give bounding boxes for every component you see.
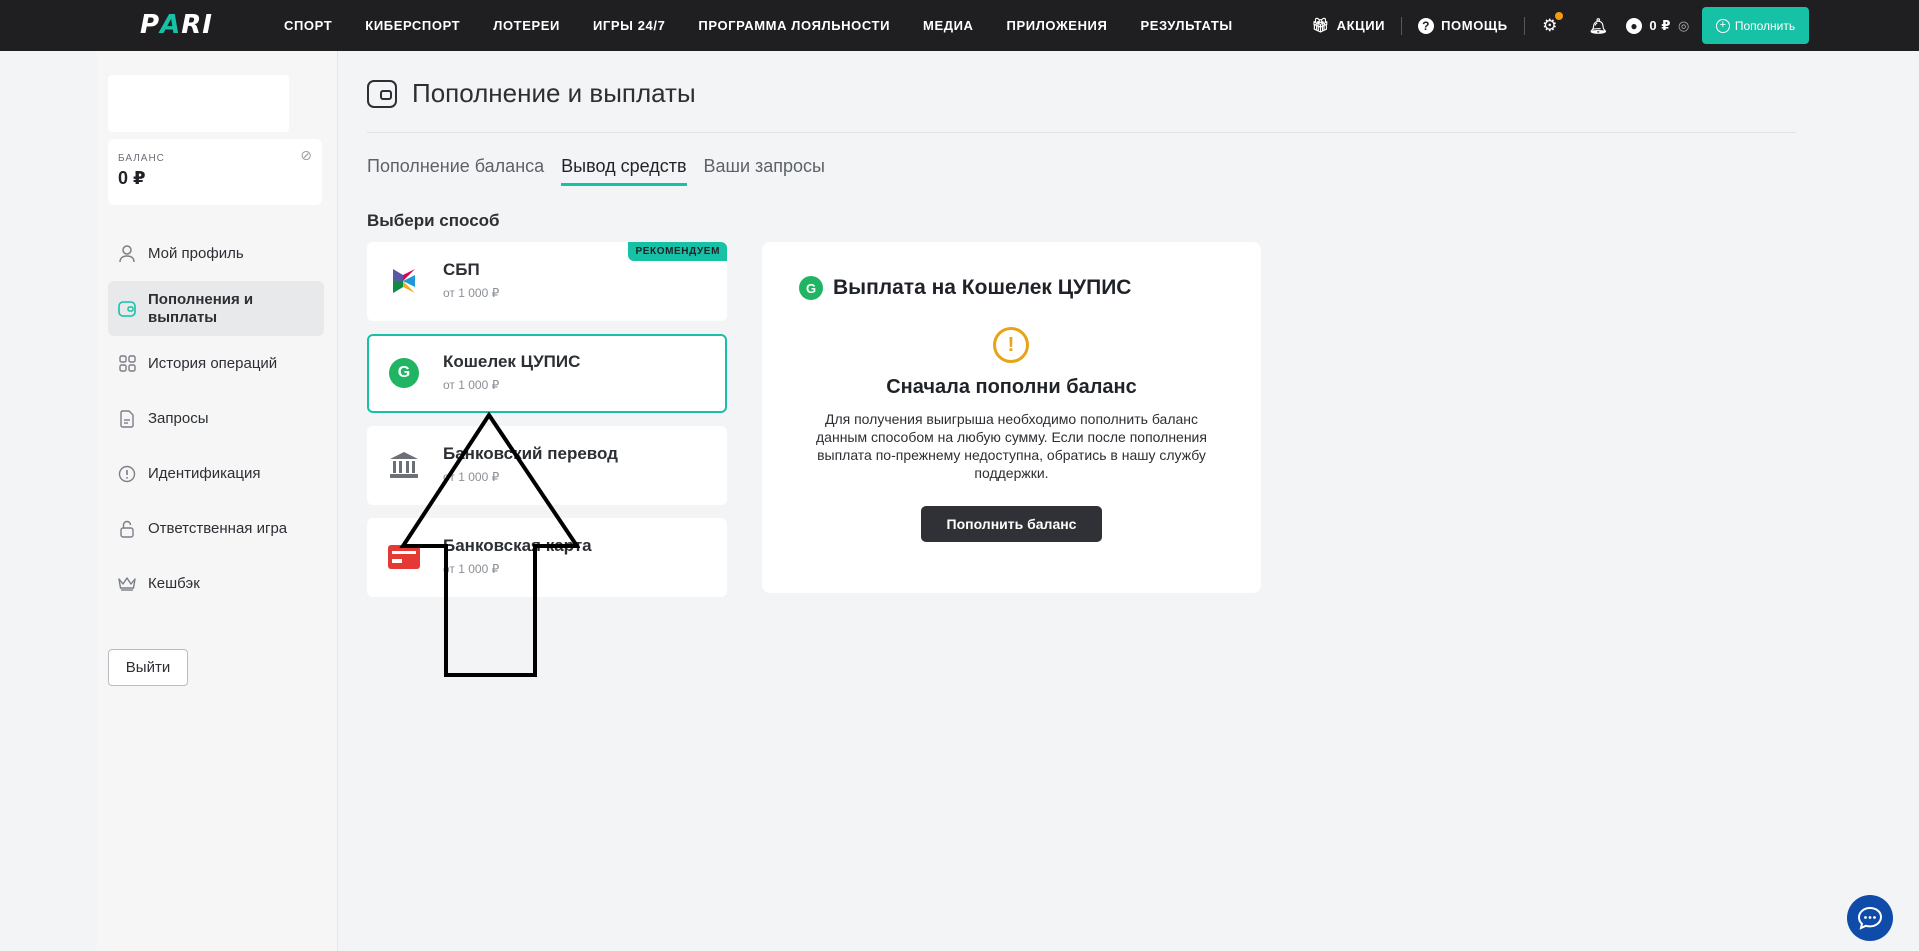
logout-button[interactable]: Выйти <box>108 649 188 686</box>
tab-deposit[interactable]: Пополнение баланса <box>367 156 544 186</box>
sidebar-item-history[interactable]: История операций <box>108 336 324 391</box>
page-title: Пополнение и выплаты <box>367 78 696 109</box>
sbp-icon <box>387 264 421 298</box>
nav-media[interactable]: МЕДИА <box>923 18 974 33</box>
account-balance[interactable]: ● 0 ₽ ◎ <box>1626 17 1690 34</box>
cupis-icon: G <box>387 356 421 390</box>
notifications-bell-icon[interactable]: 🔔︎ <box>1589 17 1609 35</box>
sidebar-item-label: История операций <box>148 355 278 372</box>
question-icon: ? <box>1418 17 1435 34</box>
sidebar-item-label: Кешбэк <box>148 575 200 592</box>
balance-label: БАЛАНС <box>118 153 165 164</box>
lock-icon <box>118 520 136 538</box>
topbar-right: 🎁︎ АКЦИИ ? ПОМОЩЬ ⚙ 🔔︎ ● 0 ₽ ◎ + Пополни… <box>1311 0 1919 51</box>
panel-header: G Выплата на Кошелек ЦУПИС <box>799 276 1131 300</box>
nav-sport[interactable]: СПОРТ <box>284 18 332 33</box>
topup-balance-button[interactable]: Пополнить баланс <box>921 506 1102 542</box>
nav-esports[interactable]: КИБЕРСПОРТ <box>365 18 460 33</box>
user-icon <box>118 244 136 263</box>
sidebar-item-label: Запросы <box>148 410 209 427</box>
divider <box>1523 16 1525 35</box>
annotation-arrow <box>399 412 580 677</box>
hide-balance-eye-icon[interactable]: ⊘ <box>300 147 312 164</box>
help-link[interactable]: ? ПОМОЩЬ <box>1418 17 1508 34</box>
sidebar-item-cashback[interactable]: Кешбэк <box>108 556 324 611</box>
support-chat-button[interactable] <box>1847 895 1893 941</box>
warning-icon: ! <box>993 327 1029 363</box>
choose-method-heading: Выбери способ <box>367 211 500 230</box>
page-title-text: Пополнение и выплаты <box>412 78 696 108</box>
account-sidebar: БАЛАНС 0 ₽ ⊘ Мой профиль Пополнения и вы… <box>97 51 338 951</box>
settings-gear-icon[interactable]: ⚙ <box>1541 11 1563 35</box>
payments-tabs: Пополнение баланса Вывод средств Ваши за… <box>367 156 825 186</box>
notification-dot <box>1554 11 1563 20</box>
crown-icon <box>118 575 136 593</box>
cupis-icon: G <box>799 276 823 300</box>
wallet-icon <box>367 79 397 108</box>
method-min-amount: от 1 000 ₽ <box>443 286 500 300</box>
sidebar-item-requests[interactable]: Запросы <box>108 391 324 446</box>
exclamation-circle-icon <box>118 465 136 483</box>
logo-letter-p: P <box>140 10 161 40</box>
sidebar-item-label: Пополнения и выплаты <box>148 290 254 326</box>
topup-button[interactable]: + Пополнить <box>1702 7 1809 44</box>
nav-lotteries[interactable]: ЛОТЕРЕИ <box>493 18 560 33</box>
logo-letters-ri: RI <box>181 10 213 40</box>
promos-label: АКЦИИ <box>1336 18 1386 33</box>
withdraw-info-panel: G Выплата на Кошелек ЦУПИС ! Сначала поп… <box>762 242 1261 593</box>
topup-label: Пополнить <box>1734 18 1796 33</box>
top-navigation-bar: P A RI СПОРТ КИБЕРСПОРТ ЛОТЕРЕИ ИГРЫ 24/7 … <box>0 0 1919 51</box>
nav-results[interactable]: РЕЗУЛЬТАТЫ <box>1140 18 1232 33</box>
method-card-sbp[interactable]: СБП от 1 000 ₽ РЕКОМЕНДУЕМ <box>367 242 727 321</box>
plus-circle-icon: + <box>1715 18 1730 33</box>
divider <box>367 132 1796 133</box>
promos-link[interactable]: 🎁︎ АКЦИИ <box>1311 17 1385 34</box>
user-avatar-icon: ● <box>1626 17 1643 34</box>
header-balance: 0 ₽ <box>1649 17 1672 33</box>
pari-logo[interactable]: P A RI <box>140 10 213 40</box>
sidebar-menu: Мой профиль Пополнения и выплаты История… <box>108 226 324 611</box>
method-name: СБП <box>443 260 480 279</box>
sidebar-item-label: Ответственная игра <box>148 520 288 537</box>
panel-heading: Сначала пополни баланс <box>886 376 1137 398</box>
tab-requests[interactable]: Ваши запросы <box>704 156 825 186</box>
hide-balance-eye-icon[interactable]: ◎ <box>1678 18 1690 34</box>
panel-title: Выплата на Кошелек ЦУПИС <box>833 276 1132 299</box>
sidebar-item-label: Мой профиль <box>148 245 244 262</box>
method-min-amount: от 1 000 ₽ <box>443 378 500 392</box>
balance-value: 0 ₽ <box>118 168 146 188</box>
help-label: ПОМОЩЬ <box>1441 18 1508 33</box>
balance-card: БАЛАНС 0 ₽ ⊘ <box>108 139 322 205</box>
main-nav: СПОРТ КИБЕРСПОРТ ЛОТЕРЕИ ИГРЫ 24/7 ПРОГР… <box>284 0 1266 51</box>
sidebar-item-responsible-gaming[interactable]: Ответственная игра <box>108 501 324 556</box>
panel-description: Для получения выигрыша необходимо пополн… <box>816 411 1207 481</box>
sidebar-item-profile[interactable]: Мой профиль <box>108 226 324 281</box>
sidebar-item-payments[interactable]: Пополнения и выплаты <box>108 281 324 336</box>
grid-icon <box>118 355 136 373</box>
divider <box>1401 16 1403 35</box>
logo-letter-a: A <box>160 10 182 40</box>
chat-bubble-icon <box>1857 906 1883 930</box>
sidebar-item-identification[interactable]: Идентификация <box>108 446 324 501</box>
wallet-icon <box>118 300 136 318</box>
method-name: Кошелек ЦУПИС <box>443 352 581 371</box>
sidebar-item-label: Идентификация <box>148 465 261 482</box>
gift-icon: 🎁︎ <box>1311 17 1330 33</box>
user-info-placeholder <box>108 75 289 132</box>
nav-apps[interactable]: ПРИЛОЖЕНИЯ <box>1007 18 1108 33</box>
nav-loyalty-program[interactable]: ПРОГРАММА ЛОЯЛЬНОСТИ <box>698 18 890 33</box>
tab-withdraw[interactable]: Вывод средств <box>561 156 687 186</box>
nav-games-247[interactable]: ИГРЫ 24/7 <box>593 18 665 33</box>
recommended-badge: РЕКОМЕНДУЕМ <box>628 242 727 261</box>
document-icon <box>118 409 136 428</box>
method-card-cupis[interactable]: G Кошелек ЦУПИС от 1 000 ₽ <box>367 334 727 413</box>
